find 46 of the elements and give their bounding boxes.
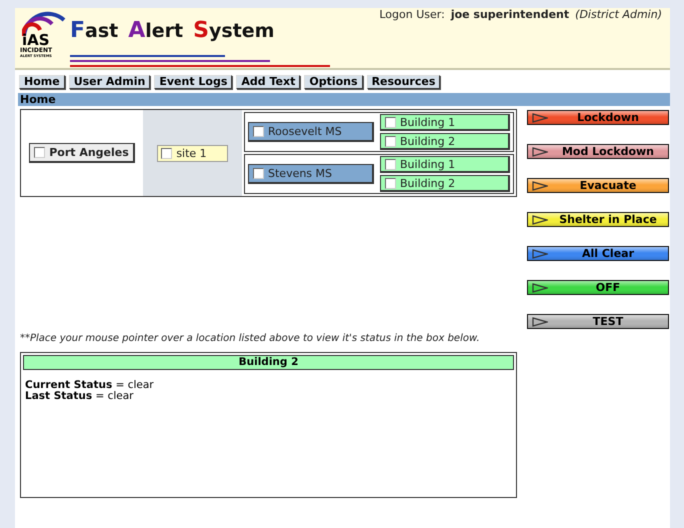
status-line: Current Status = clear: [25, 380, 155, 391]
alert-button[interactable]: Mod Lockdown: [527, 144, 669, 159]
checkbox[interactable]: [385, 178, 396, 188]
building-item[interactable]: Building 1: [380, 156, 510, 173]
nav-tab[interactable]: Options: [304, 75, 363, 89]
play-icon: [532, 248, 548, 258]
alert-button[interactable]: All Clear: [527, 246, 669, 261]
play-icon: [532, 282, 548, 292]
alert-button[interactable]: Shelter in Place: [527, 212, 669, 227]
district-item[interactable]: Port Angeles: [29, 143, 135, 163]
app-title: Fast Alert System: [70, 19, 276, 43]
site-item[interactable]: site 1: [157, 144, 228, 162]
play-icon: [532, 180, 548, 190]
status-line: Last Status = clear: [25, 391, 134, 402]
checkbox[interactable]: [385, 136, 396, 146]
alert-button[interactable]: Evacuate: [527, 178, 669, 193]
play-icon: [532, 316, 548, 326]
building-item[interactable]: Building 2: [380, 133, 510, 150]
checkbox[interactable]: [385, 158, 396, 170]
status-title: Building 2: [23, 355, 514, 370]
checkbox[interactable]: [253, 126, 264, 137]
alert-button[interactable]: TEST: [527, 314, 669, 329]
checkbox[interactable]: [253, 168, 264, 179]
building-item[interactable]: Building 2: [380, 175, 510, 192]
user-role: (District Admin): [575, 8, 662, 21]
section-title: Home: [18, 93, 670, 106]
logo-mark: iAS: [22, 34, 50, 47]
nav-tab[interactable]: Add Text: [236, 75, 300, 89]
school-item[interactable]: Roosevelt MS: [248, 122, 374, 142]
checkbox[interactable]: [385, 116, 396, 128]
logon-label: Logon User:: [379, 8, 445, 21]
alert-button[interactable]: OFF: [527, 280, 669, 295]
school-item[interactable]: Stevens MS: [248, 164, 374, 184]
nav-tab[interactable]: Event Logs: [154, 75, 232, 89]
play-icon: [532, 214, 548, 224]
play-icon: [532, 112, 548, 122]
alert-button[interactable]: Lockdown: [527, 110, 669, 125]
user-name: joe superintendent: [450, 8, 570, 21]
checkbox[interactable]: [34, 147, 46, 158]
nav-tab[interactable]: User Admin: [68, 75, 150, 89]
play-icon: [532, 146, 548, 156]
building-item[interactable]: Building 1: [380, 114, 510, 131]
nav-tab[interactable]: Resources: [366, 75, 440, 89]
nav-tab[interactable]: Home: [19, 75, 65, 89]
hint-text: **Place your mouse pointer over a location listed above to view it's status in the box below.: [20, 333, 481, 345]
checkbox[interactable]: [161, 148, 172, 158]
